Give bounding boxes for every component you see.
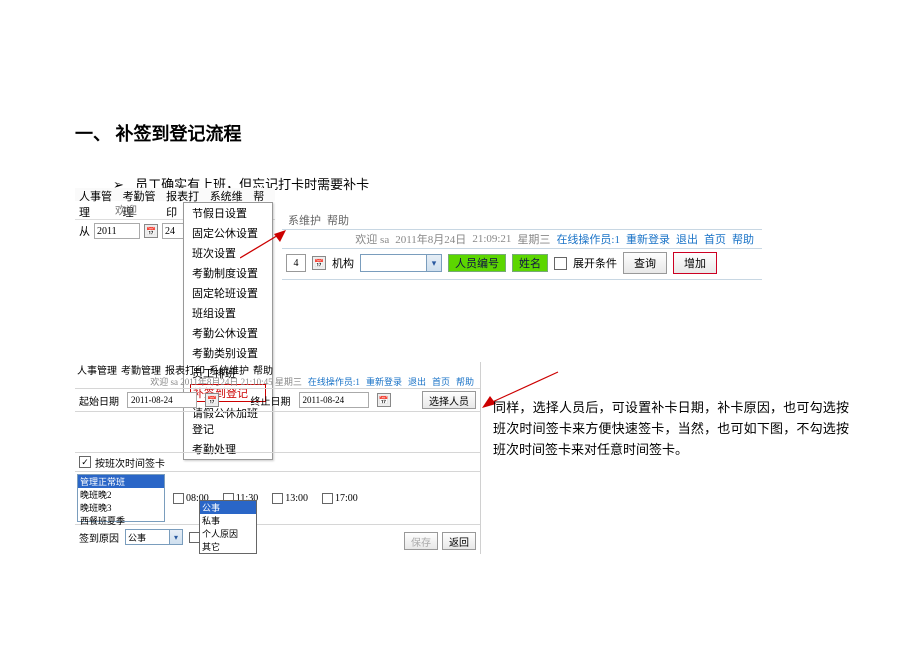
- dropdown-item[interactable]: 考勤制度设置: [184, 263, 272, 283]
- save-button[interactable]: 保存: [404, 532, 438, 550]
- link-help[interactable]: 帮助: [732, 231, 754, 247]
- time-checkbox[interactable]: [173, 493, 184, 504]
- welcome-user: 欢迎 sa: [355, 231, 389, 247]
- select-person-button[interactable]: 选择人员: [422, 391, 476, 409]
- chevron-down-icon: ▾: [169, 530, 182, 544]
- time-text: 21:09:21: [472, 233, 511, 245]
- list-item[interactable]: 晚班晚3: [78, 501, 164, 514]
- screenshot-toolbar-zoom: 系维护 帮助 欢迎 sa 2011年8月24日 21:09:21 星期三 在线操…: [282, 211, 762, 280]
- menu-item[interactable]: 人事管理: [75, 188, 119, 201]
- start-date-field[interactable]: 2011-08-24: [127, 392, 197, 408]
- checkline-label: 按班次时间签卡: [95, 455, 165, 470]
- calendar-icon[interactable]: 📅: [312, 256, 326, 270]
- crumb-row: 系维护 帮助: [282, 211, 762, 230]
- reason-value: 公事: [128, 531, 146, 544]
- top-links-row: 欢迎 sa 2011年8月24日 21:10:45 星期三 在线操作员:1 重新…: [75, 375, 480, 389]
- staff-no-field[interactable]: 人员编号: [448, 254, 506, 272]
- checkbox[interactable]: ✓: [79, 456, 91, 468]
- option-item[interactable]: 其它: [200, 540, 256, 553]
- reason-options-popup: 公事 私事 个人原因 其它: [199, 500, 257, 554]
- reason-label: 签到原因: [79, 530, 119, 545]
- link-relogin[interactable]: 重新登录: [626, 231, 670, 247]
- checkline: ✓ 按班次时间签卡: [75, 453, 480, 471]
- paragraph-text: 同样，选择人员后，可设置补卡日期，补卡原因，也可勾选按班次时间签卡来方便快速签卡…: [493, 400, 849, 457]
- link-relogin[interactable]: 重新登录: [366, 375, 402, 388]
- org-combo[interactable]: ▾: [360, 254, 442, 272]
- spacer: [75, 412, 480, 453]
- date-field[interactable]: 2011: [94, 223, 140, 239]
- calendar-icon[interactable]: 📅: [205, 393, 219, 407]
- menu-item[interactable]: 帮助: [249, 188, 275, 201]
- menu-item[interactable]: 帮助: [253, 362, 273, 375]
- link-home[interactable]: 首页: [704, 231, 726, 247]
- option-item[interactable]: 个人原因: [200, 527, 256, 540]
- number-field[interactable]: 4: [286, 254, 306, 272]
- dropdown-item[interactable]: 班组设置: [184, 303, 272, 323]
- top-links-row: 欢迎 sa 2011年8月24日 21:09:21 星期三 在线操作员:1 重新…: [282, 230, 762, 249]
- menu-item[interactable]: 报表打印: [165, 362, 205, 375]
- menubar: 人事管理 考勤管理 报表打印 系统维护 帮助: [75, 188, 275, 201]
- dropdown-item[interactable]: 固定轮班设置: [184, 283, 272, 303]
- menu-item[interactable]: 考勤管理: [121, 362, 161, 375]
- reason-select[interactable]: 公事 ▾: [125, 529, 183, 545]
- screenshot-form: 人事管理 考勤管理 报表打印 系统维护 帮助 欢迎 sa 2011年8月24日 …: [75, 362, 481, 554]
- date-text: 2011年8月24日: [395, 231, 466, 247]
- dropdown-item[interactable]: 考勤公休设置: [184, 323, 272, 343]
- back-button[interactable]: 返回: [442, 532, 476, 550]
- end-date-label: 终止日期: [251, 393, 291, 408]
- dropdown-item[interactable]: 考勤类别设置: [184, 343, 272, 363]
- list-item[interactable]: 晚班晚2: [78, 488, 164, 501]
- lower-pane: 管理正常班 晚班晚2 晚班晚3 西餐班夏季 08:00 11:30 13:00 …: [75, 471, 480, 524]
- query-button[interactable]: 查询: [623, 252, 667, 274]
- heading-title: 补签到登记流程: [116, 124, 242, 144]
- time-label: 17:00: [335, 493, 358, 504]
- heading: 一、 补签到登记流程: [75, 120, 845, 146]
- menu-item[interactable]: 报表打印: [162, 188, 206, 201]
- dropdown-item[interactable]: 班次设置: [184, 243, 272, 263]
- weekday-text: 星期三: [517, 231, 550, 247]
- expand-label: 展开条件: [573, 255, 617, 271]
- shift-listbox[interactable]: 管理正常班 晚班晚2 晚班晚3 西餐班夏季: [77, 474, 165, 522]
- footer-buttons: 保存 返回: [404, 532, 476, 550]
- welcome-text: 欢迎: [115, 202, 137, 218]
- from-label: 从: [79, 223, 90, 239]
- list-item[interactable]: 管理正常班: [78, 475, 164, 488]
- filter-toolbar: 4 📅 机构 ▾ 人员编号 姓名 展开条件 查询 增加: [282, 249, 762, 277]
- menu-item[interactable]: 人事管理: [77, 362, 117, 375]
- explanation-paragraph: 同样，选择人员后，可设置补卡日期，补卡原因，也可勾选按班次时间签卡来方便快速签卡…: [493, 398, 849, 460]
- crumb: 帮助: [327, 212, 349, 228]
- time-label: 13:00: [285, 493, 308, 504]
- online-ops: 在线操作员:1: [308, 375, 360, 388]
- option-item[interactable]: 公事: [200, 501, 256, 514]
- calendar-icon[interactable]: 📅: [144, 224, 158, 238]
- link-logout[interactable]: 退出: [676, 231, 698, 247]
- option-item[interactable]: 私事: [200, 514, 256, 527]
- org-label: 机构: [332, 255, 354, 271]
- menubar: 人事管理 考勤管理 报表打印 系统维护 帮助: [75, 362, 480, 375]
- start-date-label: 起始日期: [79, 393, 119, 408]
- menu-item[interactable]: 考勤管理: [119, 188, 163, 201]
- time-checkbox[interactable]: [322, 493, 333, 504]
- link-help[interactable]: 帮助: [456, 375, 474, 388]
- calendar-icon[interactable]: 📅: [377, 393, 391, 407]
- list-item[interactable]: 西餐班夏季: [78, 514, 164, 527]
- menu-item[interactable]: 系统维护: [206, 188, 250, 201]
- time-checkbox[interactable]: [272, 493, 283, 504]
- crumb: 系维护: [288, 212, 321, 228]
- dropdown-item[interactable]: 节假日设置: [184, 203, 272, 223]
- name-field[interactable]: 姓名: [512, 254, 548, 272]
- link-logout[interactable]: 退出: [408, 375, 426, 388]
- expand-checkbox[interactable]: [554, 257, 567, 270]
- link-home[interactable]: 首页: [432, 375, 450, 388]
- end-date-field[interactable]: 2011-08-24: [299, 392, 369, 408]
- welcome-line: 欢迎 sa 2011年8月24日 21:10:45 星期三: [150, 375, 302, 388]
- online-ops: 在线操作员:1: [556, 231, 620, 247]
- date-line: 起始日期 2011-08-24 📅 终止日期 2011-08-24 📅 选择人员: [75, 389, 480, 412]
- screenshot-menu-dropdown: 人事管理 考勤管理 报表打印 系统维护 帮助 欢迎 从 2011 📅 24 📅 …: [75, 188, 275, 356]
- dropdown-item[interactable]: 固定公休设置: [184, 223, 272, 243]
- heading-number: 一、: [75, 124, 111, 144]
- chevron-down-icon: ▾: [426, 255, 441, 271]
- menu-item[interactable]: 系统维护: [209, 362, 249, 375]
- add-button[interactable]: 增加: [673, 252, 717, 274]
